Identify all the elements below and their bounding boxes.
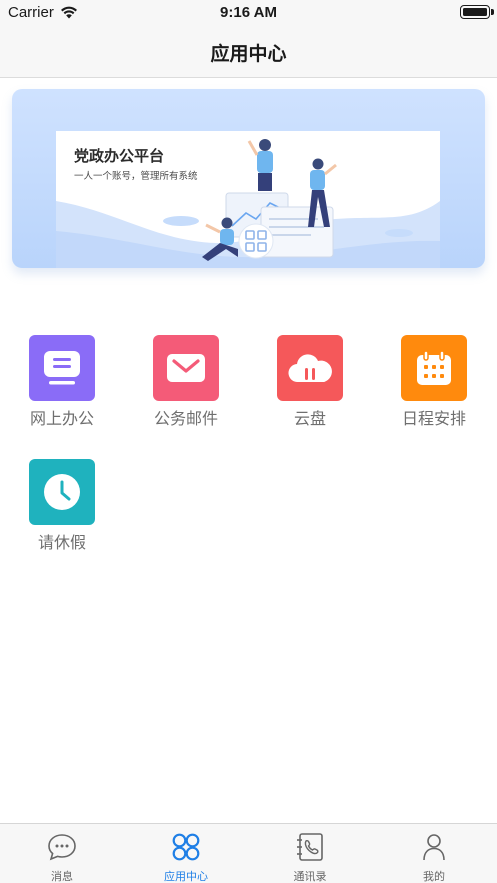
status-bar: Carrier 9:16 AM [0, 0, 497, 26]
app-schedule[interactable]: 日程安排 [379, 335, 489, 445]
contacts-icon [297, 833, 323, 861]
battery-icon [460, 5, 494, 19]
tab-label: 通讯录 [293, 870, 327, 883]
tab-contacts[interactable]: 通讯录 [248, 824, 372, 883]
app-label: 云盘 [293, 409, 326, 428]
tab-profile[interactable]: 我的 [372, 824, 496, 883]
app-cloud-drive[interactable]: 云盘 [255, 335, 365, 445]
page-title: 应用中心 [210, 43, 287, 65]
app-label: 日程安排 [401, 409, 466, 428]
cloud-icon [277, 335, 343, 401]
tab-label: 我的 [423, 870, 445, 883]
tab-label: 应用中心 [164, 870, 208, 883]
tab-label: 消息 [51, 870, 73, 883]
clock-icon [29, 459, 95, 525]
tab-messages[interactable]: 消息 [0, 824, 124, 883]
apps-icon [172, 833, 200, 861]
app-leave-request[interactable]: 请休假 [7, 459, 117, 569]
app-official-mail[interactable]: 公务邮件 [131, 335, 241, 445]
app-label: 网上办公 [29, 409, 94, 428]
banner[interactable]: 党政办公平台 一人一个账号，管理所有系统 [12, 89, 485, 268]
app-label: 公务邮件 [153, 409, 218, 428]
status-time: 9:16 AM [220, 4, 277, 21]
app-label: 请休假 [37, 533, 86, 552]
chat-icon [48, 834, 76, 861]
tab-app-center[interactable]: 应用中心 [124, 824, 248, 883]
navigation-bar: 应用中心 [0, 26, 497, 78]
calendar-icon [401, 335, 467, 401]
mail-icon [153, 335, 219, 401]
banner-card: 党政办公平台 一人一个账号，管理所有系统 [56, 131, 440, 268]
app-online-office[interactable]: 网上办公 [7, 335, 117, 445]
tab-bar: 消息 应用中心 通讯录 我的 [0, 823, 497, 883]
document-icon [29, 335, 95, 401]
profile-icon [423, 834, 445, 861]
office-people-illustration [202, 139, 337, 261]
